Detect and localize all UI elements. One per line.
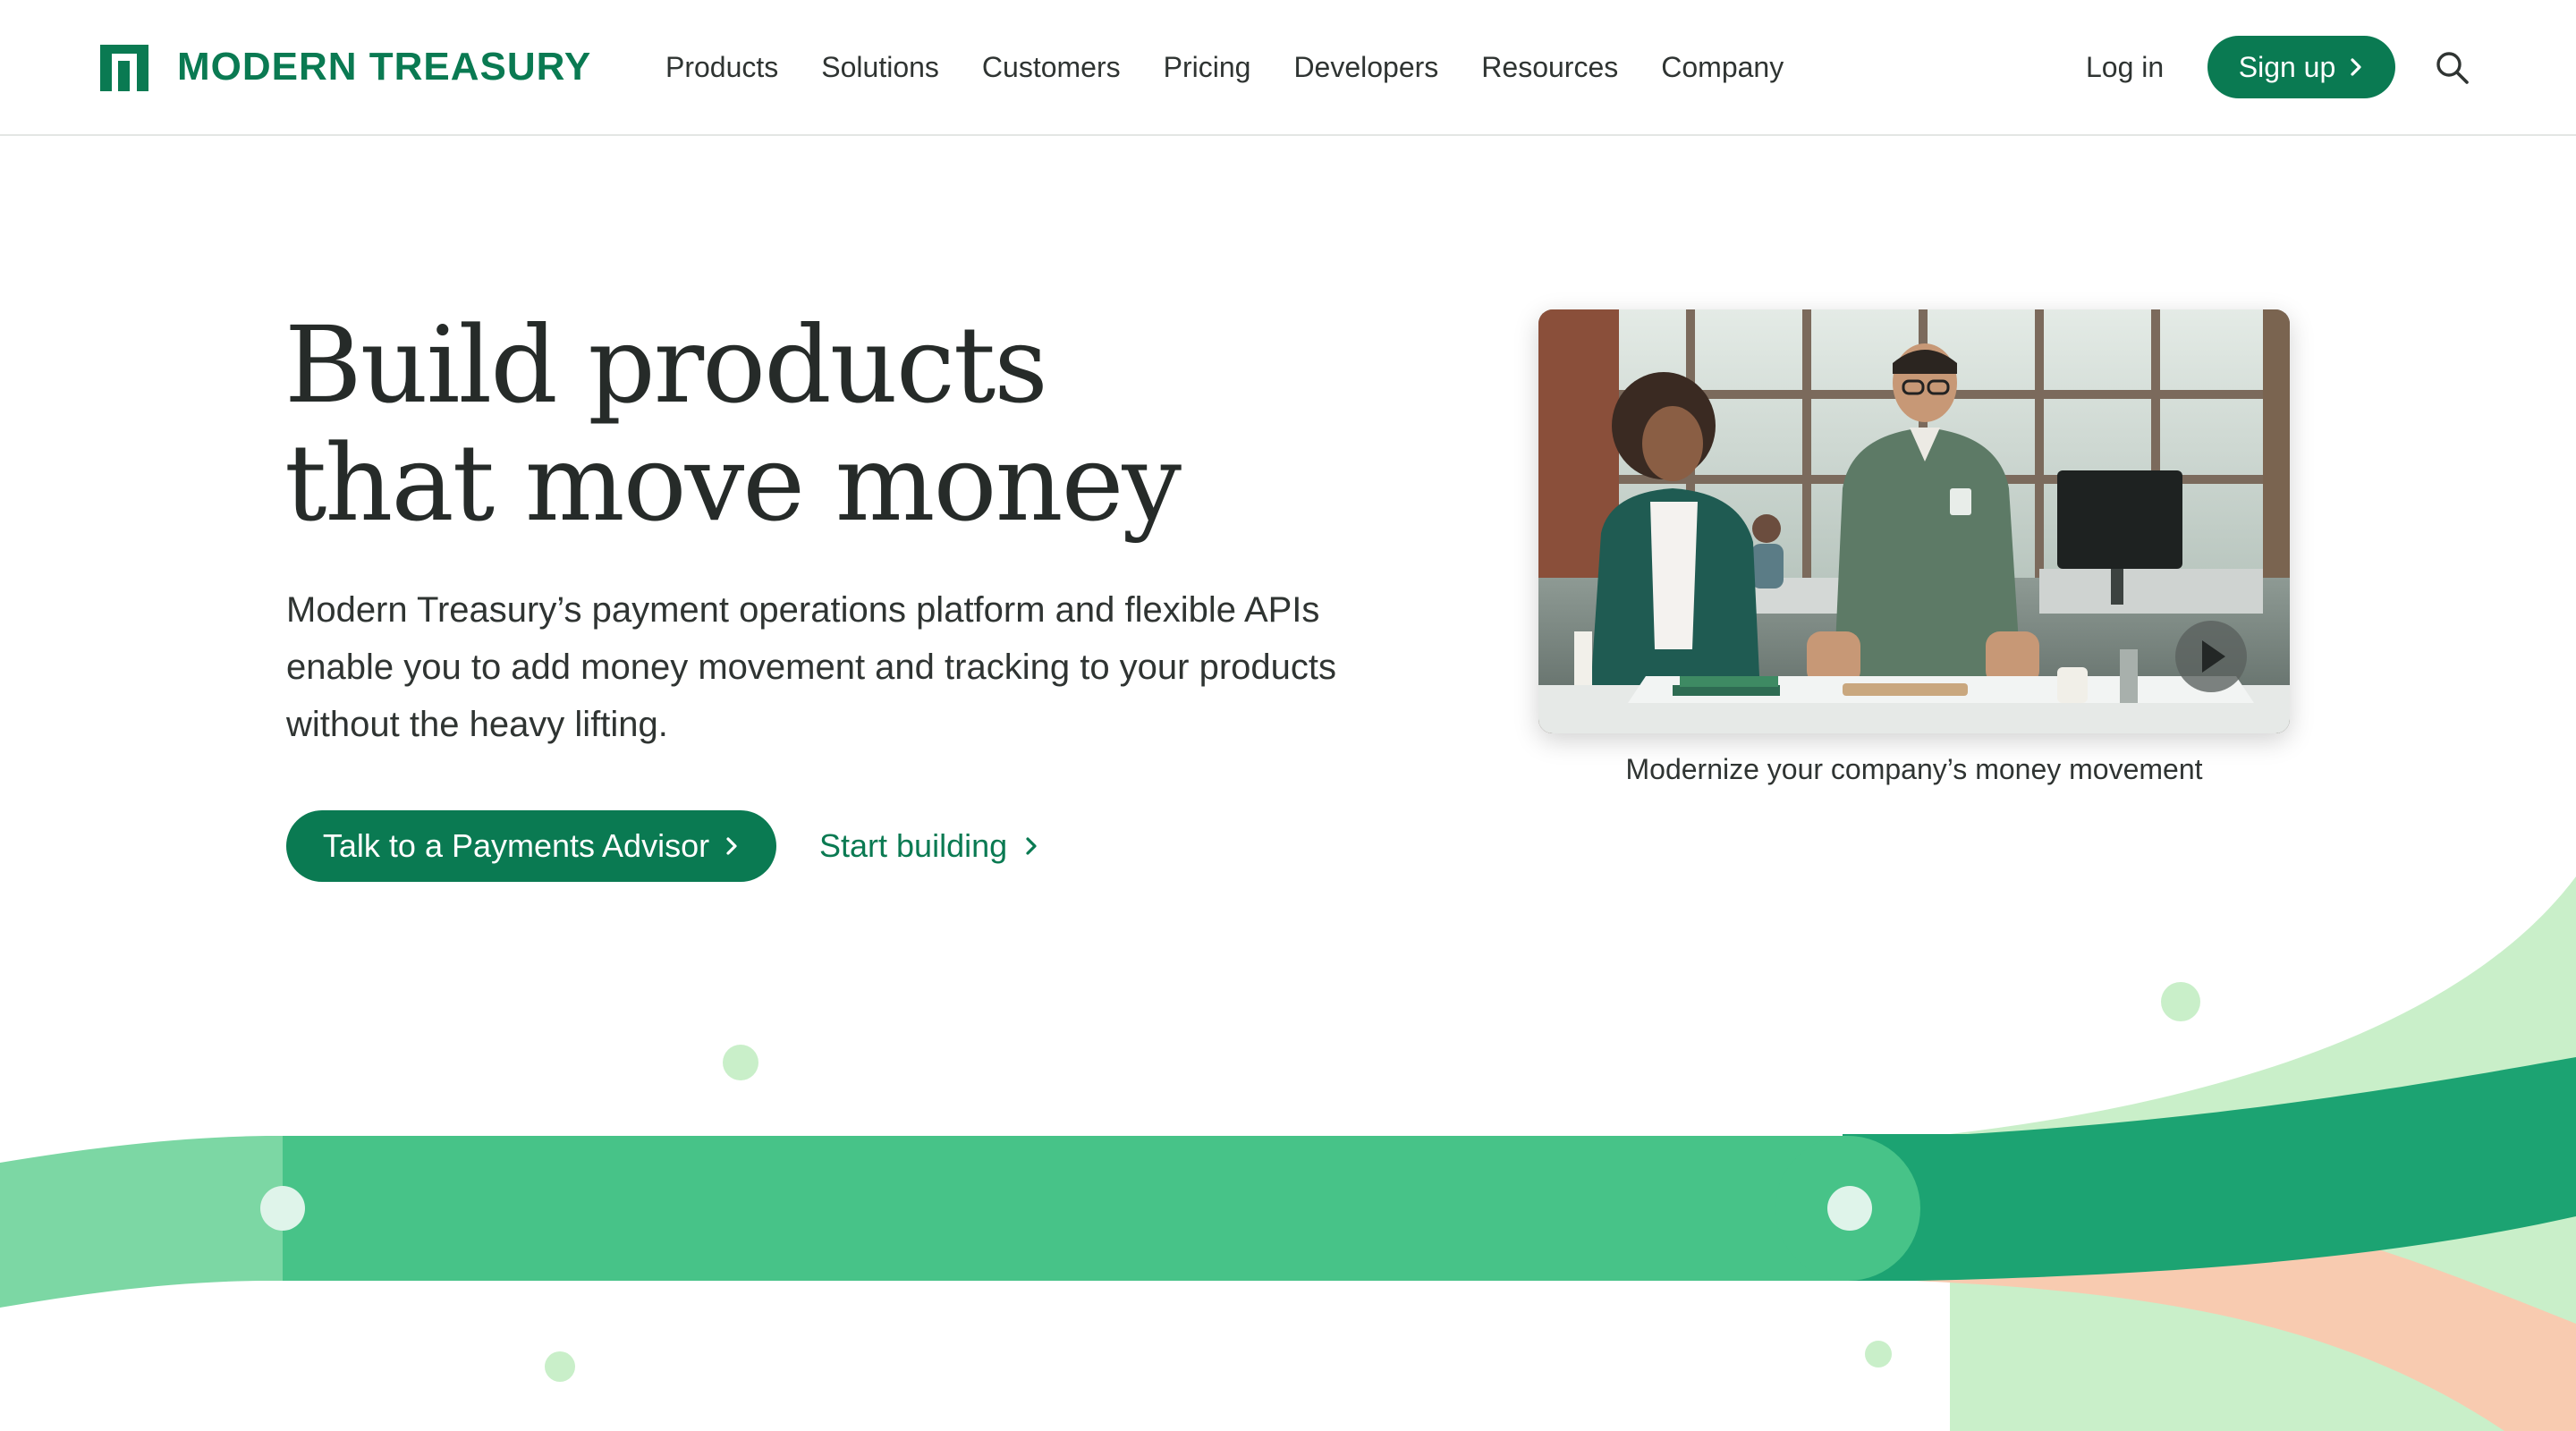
- band-dot: [260, 1186, 305, 1231]
- hero-title-line-1: Build products: [284, 303, 1048, 427]
- nav-solutions[interactable]: Solutions: [821, 51, 939, 84]
- hero-title: Build products that move money: [284, 306, 1358, 542]
- floating-dot: [1865, 1341, 1892, 1367]
- login-link[interactable]: Log in: [2086, 47, 2164, 88]
- hero-video[interactable]: [1538, 309, 2290, 733]
- nav-company[interactable]: Company: [1661, 51, 1784, 84]
- hero-title-line-2: that move money: [284, 421, 1182, 545]
- start-building-label: Start building: [819, 827, 1008, 864]
- search-icon[interactable]: [2433, 48, 2472, 88]
- floating-dot: [545, 1351, 575, 1382]
- video-caption: Modernize your company’s money movement: [1625, 753, 2203, 785]
- signup-button[interactable]: Sign up: [2207, 36, 2395, 98]
- mid-green-band: [283, 1136, 1848, 1281]
- nav-customers[interactable]: Customers: [982, 51, 1121, 84]
- brand-name: MODERN TREASURY: [177, 45, 592, 89]
- logo-icon: [100, 45, 148, 91]
- talk-to-advisor-label: Talk to a Payments Advisor: [322, 827, 710, 864]
- start-building-link[interactable]: Start building: [819, 819, 1039, 873]
- nav-resources[interactable]: Resources: [1481, 51, 1618, 84]
- chevron-right-icon: [726, 837, 737, 855]
- floating-dot: [2161, 982, 2200, 1021]
- chevron-right-icon: [2351, 58, 2361, 76]
- nav-pricing[interactable]: Pricing: [1164, 51, 1251, 84]
- talk-to-advisor-button[interactable]: Talk to a Payments Advisor: [286, 810, 776, 882]
- signup-label: Sign up: [2238, 50, 2336, 83]
- brand-logo[interactable]: MODERN TREASURY: [100, 43, 591, 91]
- dark-green-band: [1843, 1057, 2576, 1281]
- main-menu: Products Solutions Customers Pricing Dev…: [665, 0, 1826, 134]
- light-green-band: [0, 1136, 283, 1308]
- video-thumbnail: [1538, 309, 2290, 733]
- mint-swoosh: [1950, 876, 2576, 1431]
- nav-products[interactable]: Products: [665, 51, 778, 84]
- band-dot: [1827, 1186, 1872, 1231]
- hero-subtitle: Modern Treasury’s payment operations pla…: [286, 590, 1337, 744]
- nav-developers[interactable]: Developers: [1293, 51, 1438, 84]
- floating-dot: [723, 1045, 758, 1080]
- peach-swoosh: [1914, 1234, 2576, 1431]
- top-nav: MODERN TREASURY Products Solutions Custo…: [0, 0, 2576, 136]
- chevron-right-icon: [1026, 837, 1037, 855]
